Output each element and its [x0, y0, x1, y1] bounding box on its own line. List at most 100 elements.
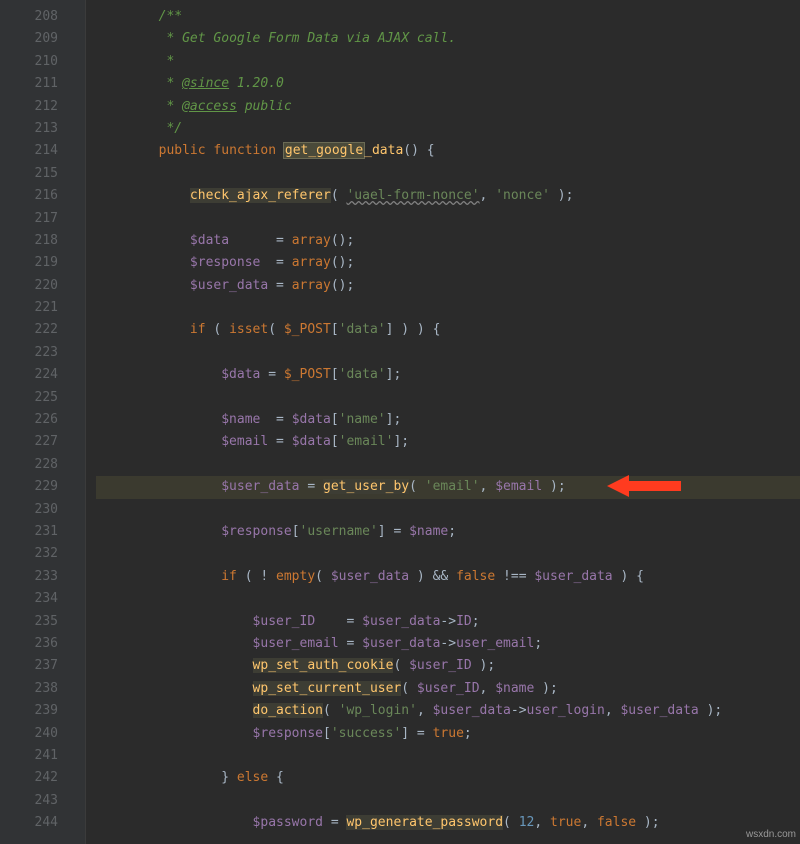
watermark: wsxdn.com — [746, 829, 796, 840]
token-plain: ); — [534, 681, 557, 696]
code-line[interactable]: } else { — [96, 767, 800, 789]
code-line[interactable]: if ( isset( $_POST['data'] ) ) { — [96, 319, 800, 341]
code-line[interactable] — [96, 387, 800, 409]
token-string: 'data' — [339, 322, 386, 337]
token-plain: ; — [472, 614, 480, 629]
token-global: $_POST — [284, 322, 331, 337]
token-var: $response — [190, 255, 260, 270]
token-plain: ]; — [386, 367, 402, 382]
code-line[interactable] — [96, 790, 800, 812]
code-area[interactable]: /** * Get Google Form Data via AJAX call… — [86, 0, 800, 844]
token-var: $email — [495, 479, 542, 494]
line-number: 244 — [8, 812, 58, 834]
line-number: 238 — [8, 678, 58, 700]
token-plain: ) && — [409, 569, 456, 584]
token-keyword: function — [213, 143, 276, 158]
code-line[interactable]: $user_ID = $user_data->ID; — [96, 611, 800, 633]
token-plain: ); — [699, 703, 722, 718]
code-line[interactable]: $data = $_POST['data']; — [96, 364, 800, 386]
token-plain: , — [480, 479, 496, 494]
token-string: 'email' — [339, 434, 394, 449]
line-number: 236 — [8, 633, 58, 655]
line-number-gutter: 2082092102112122132142152162172182192202… — [0, 0, 70, 844]
token-plain: -> — [511, 703, 527, 718]
token-plain: = — [268, 434, 291, 449]
code-line[interactable]: $response['username'] = $name; — [96, 521, 800, 543]
line-number: 240 — [8, 723, 58, 745]
line-number: 232 — [8, 543, 58, 565]
token-plain: [ — [331, 412, 339, 427]
token-string: 'data' — [339, 367, 386, 382]
token-plain: = — [315, 614, 362, 629]
code-line[interactable]: $user_email = $user_data->user_email; — [96, 633, 800, 655]
token-keyword: if — [221, 569, 237, 584]
token-comment: /** — [159, 9, 182, 24]
code-line[interactable] — [96, 588, 800, 610]
token-func-bg: get_user_by — [323, 479, 409, 494]
code-line[interactable] — [96, 342, 800, 364]
token-plain: (); — [331, 278, 354, 293]
code-line[interactable]: $email = $data['email']; — [96, 431, 800, 453]
code-line[interactable]: $response = array(); — [96, 252, 800, 274]
token-plain: = — [268, 278, 291, 293]
code-editor[interactable]: 2082092102112122132142152162172182192202… — [0, 0, 800, 844]
code-line[interactable] — [96, 543, 800, 565]
token-var: $user_data — [362, 636, 440, 651]
token-keyword: array — [292, 278, 331, 293]
token-var: $user_data — [331, 569, 409, 584]
code-line[interactable]: public function get_google_data() { — [96, 140, 800, 162]
token-plain: ] = — [401, 726, 432, 741]
token-plain: -> — [440, 614, 456, 629]
code-line[interactable]: $name = $data['name']; — [96, 409, 800, 431]
code-line[interactable]: $password = wp_generate_password( 12, tr… — [96, 812, 800, 834]
token-keyword: array — [292, 233, 331, 248]
line-number: 234 — [8, 588, 58, 610]
code-line[interactable]: * @since 1.20.0 — [96, 73, 800, 95]
token-keyword: true — [550, 815, 581, 830]
code-line[interactable]: $user_data = get_user_by( 'email', $emai… — [96, 476, 800, 498]
code-line[interactable]: * @access public — [96, 96, 800, 118]
token-plain: () { — [403, 143, 434, 158]
code-line[interactable] — [96, 454, 800, 476]
token-func-bg: do_action — [253, 703, 323, 718]
code-line[interactable] — [96, 297, 800, 319]
token-var: $user_data — [534, 569, 612, 584]
code-line[interactable] — [96, 499, 800, 521]
code-line[interactable]: do_action( 'wp_login', $user_data->user_… — [96, 700, 800, 722]
code-line[interactable]: * Get Google Form Data via AJAX call. — [96, 28, 800, 50]
token-string: 'email' — [425, 479, 480, 494]
token-string: 'success' — [331, 726, 401, 741]
token-var: $user_data — [190, 278, 268, 293]
token-var: $user_data — [362, 614, 440, 629]
token-plain: , — [480, 188, 496, 203]
code-line[interactable]: wp_set_auth_cookie( $user_ID ); — [96, 655, 800, 677]
token-plain: , — [417, 703, 433, 718]
token-doctag: @access — [182, 99, 237, 114]
line-number: 227 — [8, 431, 58, 453]
token-var: $data — [292, 434, 331, 449]
code-line[interactable]: /** — [96, 6, 800, 28]
token-var: $response — [221, 524, 291, 539]
line-number: 239 — [8, 700, 58, 722]
line-number: 211 — [8, 73, 58, 95]
token-comment: */ — [159, 121, 182, 136]
line-number: 237 — [8, 655, 58, 677]
line-number: 223 — [8, 342, 58, 364]
token-var: $data — [221, 367, 260, 382]
code-line[interactable]: check_ajax_referer( 'uael-form-nonce', '… — [96, 185, 800, 207]
code-line[interactable] — [96, 163, 800, 185]
code-line[interactable]: $user_data = array(); — [96, 275, 800, 297]
code-line[interactable]: */ — [96, 118, 800, 140]
token-plain: ( — [315, 569, 331, 584]
code-line[interactable]: wp_set_current_user( $user_ID, $name ); — [96, 678, 800, 700]
code-line[interactable]: $data = array(); — [96, 230, 800, 252]
code-line[interactable]: * — [96, 51, 800, 73]
code-line[interactable] — [96, 208, 800, 230]
code-line[interactable]: $response['success'] = true; — [96, 723, 800, 745]
code-line[interactable]: if ( ! empty( $user_data ) && false !== … — [96, 566, 800, 588]
code-line[interactable] — [96, 745, 800, 767]
token-func-bg: check_ajax_referer — [190, 188, 331, 203]
token-var: $response — [253, 726, 323, 741]
token-const: user_login — [527, 703, 605, 718]
token-plain: , — [605, 703, 621, 718]
